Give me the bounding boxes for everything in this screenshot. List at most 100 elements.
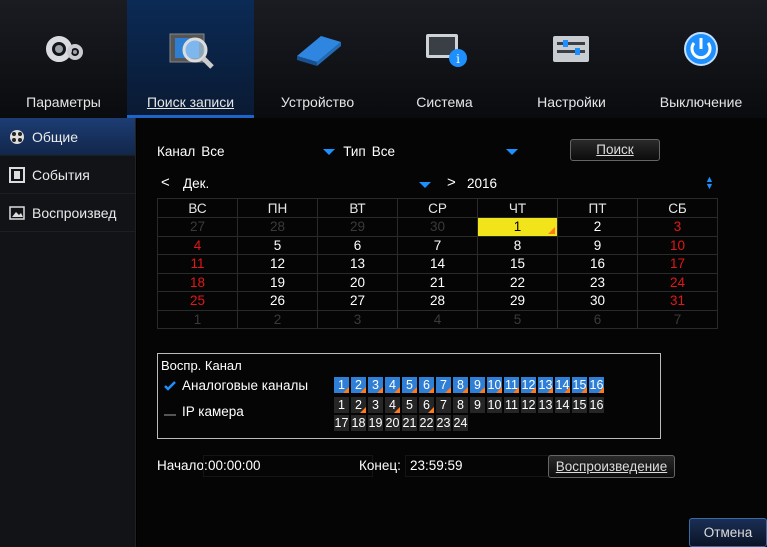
playback-button[interactable]: Воспроизведение [548,455,675,478]
analog-channel-cell[interactable]: 15 [572,377,587,393]
sidebar-item-general[interactable]: Общие [0,118,135,156]
tab-device[interactable]: Устройство [254,0,381,118]
ip-channel-cell[interactable]: 24 [453,415,468,431]
analog-channels-checkbox[interactable]: Аналоговые каналы [164,378,308,393]
calendar-day-cell[interactable]: 20 [317,272,398,292]
calendar-day-cell[interactable]: 1 [477,217,558,237]
tab-shutdown[interactable]: Выключение [635,0,767,118]
calendar-day-cell[interactable]: 9 [557,235,638,255]
analog-channel-cell[interactable]: 4 [385,377,400,393]
analog-channel-cell[interactable]: 11 [504,377,519,393]
ip-channel-cell[interactable]: 5 [402,397,417,413]
start-time-input[interactable]: 00:00:00 [203,455,373,477]
calendar-day-cell[interactable]: 30 [557,291,638,311]
calendar-day-cell[interactable]: 15 [477,254,558,274]
ip-channel-cell[interactable]: 16 [589,397,604,413]
calendar-day-cell[interactable]: 10 [637,235,718,255]
analog-channel-cell[interactable]: 13 [538,377,553,393]
analog-channel-cell[interactable]: 7 [436,377,451,393]
chevron-down-icon[interactable] [419,182,431,188]
analog-channel-cell[interactable]: 10 [487,377,502,393]
calendar-day-cell[interactable]: 27 [157,217,238,237]
calendar-day-cell[interactable]: 16 [557,254,638,274]
search-button[interactable]: Поиск [570,139,660,161]
ip-channel-cell[interactable]: 2 [351,397,366,413]
calendar-day-cell[interactable]: 1 [157,309,238,329]
calendar-day-cell[interactable]: 6 [317,235,398,255]
ip-channel-cell[interactable]: 17 [334,415,349,431]
ip-channel-cell[interactable]: 19 [368,415,383,431]
calendar-day-cell[interactable]: 25 [157,291,238,311]
calendar-day-cell[interactable]: 11 [157,254,238,274]
ip-channel-cell[interactable]: 7 [436,397,451,413]
calendar-day-cell[interactable]: 8 [477,235,558,255]
analog-channel-cell[interactable]: 8 [453,377,468,393]
ip-channel-cell[interactable]: 12 [521,397,536,413]
type-select[interactable]: Все [372,144,506,159]
analog-channel-cell[interactable]: 14 [555,377,570,393]
next-month-button[interactable]: > [447,174,456,191]
calendar-day-cell[interactable]: 3 [317,309,398,329]
tab-search-record[interactable]: Поиск записи [127,0,254,118]
ip-channel-cell[interactable]: 23 [436,415,451,431]
ip-channel-cell[interactable]: 9 [470,397,485,413]
calendar-day-cell[interactable]: 7 [637,309,718,329]
ip-channel-cell[interactable]: 3 [368,397,383,413]
calendar-day-cell[interactable]: 14 [397,254,478,274]
calendar-day-cell[interactable]: 12 [237,254,318,274]
chevron-down-icon[interactable] [505,148,518,155]
calendar-day-cell[interactable]: 19 [237,272,318,292]
ip-channel-cell[interactable]: 4 [385,397,400,413]
sidebar-item-playback[interactable]: Воспроизвед [0,194,135,232]
calendar-day-cell[interactable]: 6 [557,309,638,329]
calendar-day-cell[interactable]: 31 [637,291,718,311]
tab-settings[interactable]: Настройки [508,0,635,118]
ip-camera-checkbox[interactable]: IP камера [164,404,244,419]
calendar-day-cell[interactable]: 2 [237,309,318,329]
analog-channel-cell[interactable]: 1 [334,377,349,393]
ip-channel-cell[interactable]: 8 [453,397,468,413]
ip-channel-cell[interactable]: 13 [538,397,553,413]
calendar-day-cell[interactable]: 3 [637,217,718,237]
ip-channel-cell[interactable]: 15 [572,397,587,413]
ip-channel-cell[interactable]: 11 [504,397,519,413]
year-value[interactable]: 2016 [467,176,497,191]
calendar-day-cell[interactable]: 4 [157,235,238,255]
ip-channel-cell[interactable]: 1 [334,397,349,413]
calendar-day-cell[interactable]: 28 [237,217,318,237]
calendar-day-cell[interactable]: 17 [637,254,718,274]
year-spinner-icon[interactable]: ▲ ▼ [705,175,714,191]
calendar-day-cell[interactable]: 18 [157,272,238,292]
analog-channel-cell[interactable]: 5 [402,377,417,393]
ip-channel-cell[interactable]: 6 [419,397,434,413]
prev-month-button[interactable]: < [161,174,170,191]
analog-channel-cell[interactable]: 2 [351,377,366,393]
calendar-day-cell[interactable]: 24 [637,272,718,292]
ip-channel-cell[interactable]: 21 [402,415,417,431]
analog-channel-cell[interactable]: 3 [368,377,383,393]
analog-channel-cell[interactable]: 16 [589,377,604,393]
analog-channel-cell[interactable]: 6 [419,377,434,393]
tab-parameters[interactable]: Параметры [0,0,127,118]
calendar-day-cell[interactable]: 13 [317,254,398,274]
calendar-day-cell[interactable]: 7 [397,235,478,255]
calendar-day-cell[interactable]: 26 [237,291,318,311]
calendar-day-cell[interactable]: 30 [397,217,478,237]
calendar-day-cell[interactable]: 23 [557,272,638,292]
calendar-day-cell[interactable]: 21 [397,272,478,292]
calendar-day-cell[interactable]: 5 [237,235,318,255]
ip-channel-cell[interactable]: 22 [419,415,434,431]
calendar-day-cell[interactable]: 27 [317,291,398,311]
month-value[interactable]: Дек. [183,176,209,191]
calendar-day-cell[interactable]: 4 [397,309,478,329]
ip-channel-cell[interactable]: 10 [487,397,502,413]
channel-select[interactable]: Все [201,144,323,159]
analog-channel-cell[interactable]: 9 [470,377,485,393]
tab-system[interactable]: i Система [381,0,508,118]
cancel-button[interactable]: Отмена [689,518,767,547]
calendar-day-cell[interactable]: 29 [477,291,558,311]
ip-channel-cell[interactable]: 18 [351,415,366,431]
chevron-down-icon[interactable] [323,148,336,155]
calendar-day-cell[interactable]: 2 [557,217,638,237]
calendar-day-cell[interactable]: 5 [477,309,558,329]
